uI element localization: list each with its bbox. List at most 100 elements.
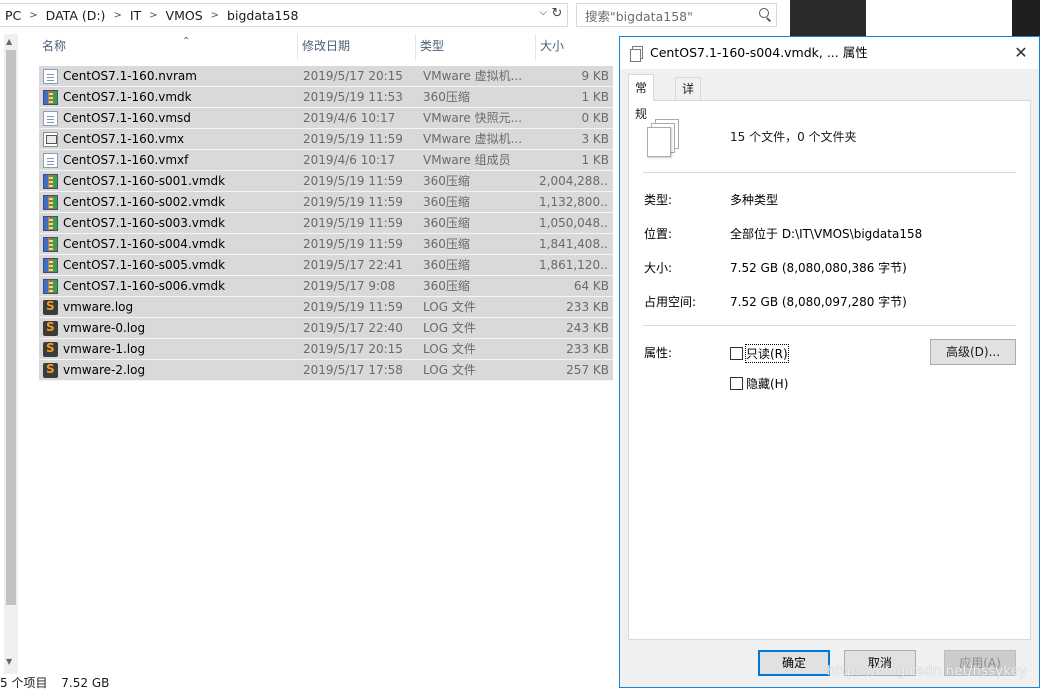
file-size: 2,004,288... [539, 174, 609, 188]
file-rows: CentOS7.1-160.nvram 2019/5/17 20:15 VMware… [39, 66, 613, 381]
file-name: CentOS7.1-160-s006.vmdk [63, 279, 226, 293]
column-date[interactable]: 修改日期 [300, 34, 416, 60]
file-type: LOG 文件 [423, 342, 476, 356]
file-size: 1,861,120... [539, 258, 609, 272]
file-type: LOG 文件 [423, 363, 476, 377]
search-placeholder: 搜索"bigdata158" [585, 8, 693, 24]
breadcrumb-item[interactable]: IT [125, 8, 146, 23]
navigation-scrollbar-thumb[interactable] [6, 50, 16, 605]
file-row[interactable]: CentOS7.1-160-s005.vmdk 2019/5/17 22:41 36… [39, 255, 613, 276]
hidden-label[interactable]: 隐藏(H) [746, 375, 788, 392]
file-name: CentOS7.1-160.vmx [63, 132, 185, 146]
breadcrumb-separator-icon[interactable]: > [26, 10, 40, 21]
breadcrumb[interactable]: PC > DATA (D:) > IT > VMOS > bigdata158 … [0, 3, 568, 27]
breadcrumb-separator-icon[interactable]: > [208, 10, 222, 21]
hidden-checkbox[interactable] [730, 377, 743, 390]
file-date: 2019/5/19 11:59 [303, 174, 403, 188]
file-type: 360压缩 [423, 258, 470, 272]
background-window [790, 0, 866, 36]
archive-icon [43, 216, 58, 231]
file-size: 243 KB [566, 321, 609, 335]
item-count: 5 个项目 [0, 676, 48, 690]
file-name: CentOS7.1-160-s005.vmdk [63, 258, 226, 272]
tab-details[interactable]: 详细信息 [675, 77, 702, 162]
vm-config-icon [43, 132, 58, 147]
file-name: vmware-0.log [63, 321, 146, 335]
file-name: CentOS7.1-160.vmdk [63, 90, 192, 104]
archive-icon [43, 174, 58, 189]
file-row[interactable]: CentOS7.1-160.vmxf 2019/4/6 10:17 VMware 组… [39, 150, 613, 171]
file-name: CentOS7.1-160-s003.vmdk [63, 216, 226, 230]
selection-size: 7.52 GB [61, 676, 110, 690]
file-size: 233 KB [566, 300, 609, 314]
column-size[interactable]: 大小 [538, 34, 614, 60]
file-row[interactable]: CentOS7.1-160.nvram 2019/5/17 20:15 VMware… [39, 66, 613, 87]
properties-dialog: CentOS7.1-160-s004.vmdk, ... 属性 ✕ 常规 详细信… [619, 36, 1040, 688]
column-type[interactable]: 类型 [418, 34, 536, 60]
file-date: 2019/5/17 17:58 [303, 363, 403, 377]
column-name-label: 名称 [42, 39, 67, 53]
location-label: 位置: [644, 227, 673, 241]
file-row[interactable]: vmware.log 2019/5/19 11:59 LOG 文件 233 KB [39, 297, 613, 318]
dialog-title-bar[interactable]: CentOS7.1-160-s004.vmdk, ... 属性 ✕ [620, 37, 1039, 69]
file-row[interactable]: vmware-2.log 2019/5/17 17:58 LOG 文件 257 KB [39, 360, 613, 381]
readonly-label[interactable]: 只读(R) [745, 344, 789, 363]
file-type: VMware 虚拟机... [423, 69, 523, 83]
file-date: 2019/5/19 11:59 [303, 132, 403, 146]
file-row[interactable]: CentOS7.1-160-s004.vmdk 2019/5/19 11:59 36… [39, 234, 613, 255]
refresh-icon[interactable]: ↻ [549, 6, 565, 21]
document-icon [43, 111, 58, 126]
general-panel: 15 个文件，0 个文件夹 类型: 多种类型 位置: 全部位于 D:\IT\VM… [628, 100, 1031, 640]
column-name[interactable]: 名称 ⌃ [40, 34, 298, 60]
dialog-title: CentOS7.1-160-s004.vmdk, ... 属性 [650, 45, 868, 60]
file-date: 2019/5/19 11:59 [303, 195, 403, 209]
file-row[interactable]: CentOS7.1-160-s006.vmdk 2019/5/17 9:08 360… [39, 276, 613, 297]
watermark: https://blog.csdn.net/nssykey [827, 664, 1027, 679]
file-row[interactable]: CentOS7.1-160-s002.vmdk 2019/5/19 11:59 36… [39, 192, 613, 213]
file-size: 3 KB [581, 132, 609, 146]
file-type: 360压缩 [423, 174, 470, 188]
address-bar: PC > DATA (D:) > IT > VMOS > bigdata158 … [0, 0, 790, 30]
search-input[interactable]: 搜索"bigdata158" [576, 3, 777, 27]
column-size-label: 大小 [540, 39, 565, 53]
file-row[interactable]: CentOS7.1-160.vmdk 2019/5/19 11:53 360压缩 1 … [39, 87, 613, 108]
file-row[interactable]: CentOS7.1-160.vmx 2019/5/19 11:59 VMware 虚… [39, 129, 613, 150]
file-type: 360压缩 [423, 195, 470, 209]
chevron-down-icon[interactable]: ⌵ [539, 7, 547, 18]
file-date: 2019/5/19 11:59 [303, 216, 403, 230]
files-icon [630, 46, 643, 62]
column-header: 名称 ⌃ 修改日期 类型 大小 [20, 34, 620, 60]
breadcrumb-item[interactable]: PC [0, 8, 26, 23]
file-name: vmware.log [63, 300, 134, 314]
file-row[interactable]: CentOS7.1-160-s003.vmdk 2019/5/19 11:59 36… [39, 213, 613, 234]
document-icon [43, 153, 58, 168]
file-date: 2019/5/17 22:40 [303, 321, 403, 335]
breadcrumb-item[interactable]: bigdata158 [222, 8, 303, 23]
breadcrumb-item[interactable]: DATA (D:) [41, 8, 111, 23]
file-size: 64 KB [573, 279, 609, 293]
file-date: 2019/4/6 10:17 [303, 111, 396, 125]
file-type: LOG 文件 [423, 300, 476, 314]
close-icon[interactable]: ✕ [1009, 41, 1033, 65]
readonly-checkbox[interactable] [730, 347, 743, 360]
file-date: 2019/4/6 10:17 [303, 153, 396, 167]
column-date-label: 修改日期 [302, 39, 351, 53]
search-icon[interactable] [754, 4, 776, 26]
breadcrumb-item[interactable]: VMOS [161, 8, 208, 23]
file-size: 0 KB [581, 111, 609, 125]
archive-icon [43, 90, 58, 105]
file-summary: 15 个文件，0 个文件夹 [730, 130, 857, 144]
file-row[interactable]: CentOS7.1-160-s001.vmdk 2019/5/19 11:59 36… [39, 171, 613, 192]
archive-icon [43, 258, 58, 273]
breadcrumb-separator-icon[interactable]: > [146, 10, 160, 21]
ok-button[interactable]: 确定 [758, 650, 830, 676]
file-row[interactable]: CentOS7.1-160.vmsd 2019/4/6 10:17 VMware 快… [39, 108, 613, 129]
breadcrumb-separator-icon[interactable]: > [110, 10, 124, 21]
tab-general[interactable]: 常规 [628, 74, 655, 121]
advanced-button[interactable]: 高级(D)... [930, 339, 1016, 365]
file-row[interactable]: vmware-0.log 2019/5/17 22:40 LOG 文件 243 KB [39, 318, 613, 339]
scroll-down-icon[interactable]: ▼ [6, 657, 12, 666]
file-row[interactable]: vmware-1.log 2019/5/17 20:15 LOG 文件 233 KB [39, 339, 613, 360]
file-type: VMware 快照元... [423, 111, 523, 125]
scroll-up-icon[interactable]: ▲ [6, 37, 12, 46]
